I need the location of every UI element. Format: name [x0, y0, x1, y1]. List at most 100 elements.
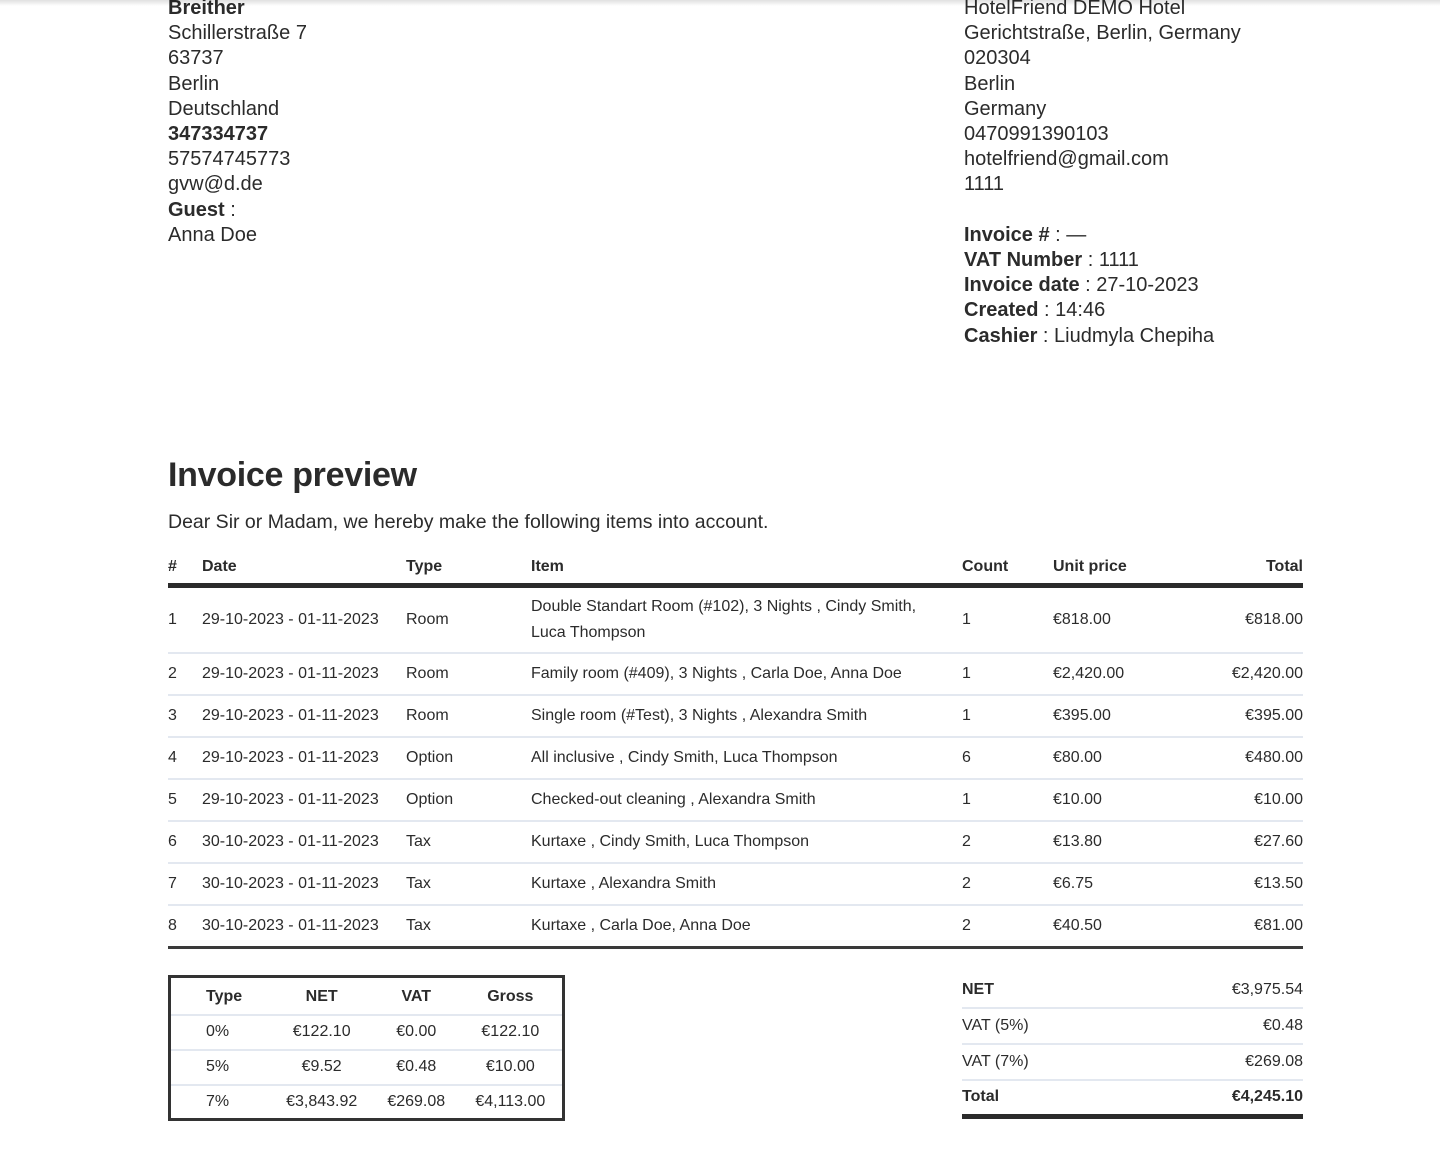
- row-unit-price: €80.00: [1053, 737, 1183, 780]
- page-title: Invoice preview: [168, 456, 417, 494]
- summary-vat5-label: VAT (5%): [962, 1008, 1127, 1045]
- row-num: 2: [168, 653, 202, 696]
- row-type: Room: [406, 653, 531, 696]
- row-total: €480.00: [1183, 737, 1303, 780]
- summary-vat5-row: VAT (5%) €0.48: [962, 1008, 1303, 1045]
- row-type: Room: [406, 585, 531, 654]
- vat-row-type: 5%: [169, 1049, 270, 1086]
- row-item: Kurtaxe , Cindy Smith, Luca Thompson: [531, 821, 962, 864]
- vat-row-type: 7%: [206, 1092, 230, 1110]
- row-item: Single room (#Test), 3 Nights , Alexandr…: [531, 695, 962, 738]
- row-item: All inclusive , Cindy Smith, Luca Thomps…: [531, 737, 962, 780]
- row-item: Checked-out cleaning , Alexandra Smith: [531, 779, 962, 822]
- top-edge-shadow: [0, 0, 1440, 6]
- row-count: 6: [962, 737, 1053, 780]
- hotel-phone: 0470991390103: [964, 123, 1109, 146]
- vat-row-net: €9.52: [269, 1049, 374, 1086]
- summary-net-label: NET: [962, 972, 1127, 1009]
- table-row: 2 29-10-2023 - 01-11-2023 Room Family ro…: [168, 653, 1303, 696]
- customer-country: Deutschland: [168, 97, 280, 120]
- row-num: 3: [168, 695, 202, 738]
- vat-row-gross: €4,113.00: [475, 1092, 546, 1110]
- created-time: Created : 14:46: [964, 298, 1241, 323]
- row-type: Tax: [406, 821, 531, 864]
- cashier-label: Cashier: [964, 324, 1038, 347]
- summary-net-value: €3,975.54: [1126, 972, 1303, 1009]
- row-type: Option: [406, 737, 531, 780]
- row-num: 7: [168, 863, 202, 906]
- row-count: 2: [962, 863, 1053, 906]
- table-row: 6 30-10-2023 - 01-11-2023 Tax Kurtaxe , …: [168, 821, 1303, 864]
- row-count: 1: [962, 695, 1053, 738]
- vat-breakdown-table: Type NET VAT Gross 0% €122.10 €0.00 €122…: [168, 975, 565, 1121]
- row-date: 29-10-2023 - 01-11-2023: [202, 779, 406, 822]
- vat-row-vat: €0.48: [373, 1049, 459, 1086]
- vat-row: 0% €122.10 €0.00 €122.10: [169, 1014, 564, 1051]
- row-unit-price: €2,420.00: [1053, 653, 1183, 696]
- vat-col-vat: VAT: [373, 976, 459, 1016]
- row-total: €10.00: [1183, 779, 1303, 822]
- row-total: €395.00: [1183, 695, 1303, 738]
- row-date: 30-10-2023 - 01-11-2023: [202, 821, 406, 864]
- invoice-date-value: : 27-10-2023: [1079, 274, 1199, 297]
- summary-vat7-label: VAT (7%): [962, 1044, 1127, 1081]
- row-type: Tax: [406, 863, 531, 906]
- row-date: 29-10-2023 - 01-11-2023: [202, 695, 406, 738]
- vat-row-net: €122.10: [269, 1014, 374, 1051]
- row-item: Double Standart Room (#102), 3 Nights , …: [531, 585, 962, 654]
- table-row: 5 29-10-2023 - 01-11-2023 Option Checked…: [168, 779, 1303, 822]
- vat-row-gross: €122.10: [458, 1014, 564, 1051]
- created-value: : 14:46: [1038, 299, 1106, 322]
- row-date: 30-10-2023 - 01-11-2023: [202, 905, 406, 949]
- row-type: Room: [406, 695, 531, 738]
- invoice-number-value: : —: [1049, 223, 1087, 246]
- vat-number-value: : 1111: [1082, 249, 1139, 272]
- row-unit-price: €40.50: [1053, 905, 1183, 949]
- row-date: 29-10-2023 - 01-11-2023: [202, 585, 406, 654]
- customer-city: Berlin: [168, 72, 220, 95]
- row-unit-price: €13.80: [1053, 821, 1183, 864]
- hotel-zip: 020304: [964, 47, 1031, 70]
- vat-row-gross: €10.00: [458, 1049, 564, 1086]
- table-row: 1 29-10-2023 - 01-11-2023 Room Double St…: [168, 585, 1303, 654]
- table-row: 4 29-10-2023 - 01-11-2023 Option All inc…: [168, 737, 1303, 780]
- invoice-number: Invoice # : —: [964, 223, 1241, 248]
- hotel-city: Berlin: [964, 72, 1016, 95]
- vat-col-gross: Gross: [458, 976, 564, 1016]
- row-unit-price: €818.00: [1053, 585, 1183, 654]
- intro-text: Dear Sir or Madam, we hereby make the fo…: [168, 511, 769, 533]
- summary-vat5-value: €0.48: [1126, 1008, 1303, 1045]
- hotel-code: 1111: [964, 173, 1005, 196]
- summary-table: NET €3,975.54 VAT (5%) €0.48 VAT (7%) €2…: [962, 972, 1303, 1119]
- guest-label: Guest: [168, 198, 225, 221]
- row-item: Kurtaxe , Carla Doe, Anna Doe: [531, 905, 962, 949]
- row-total: €27.60: [1183, 821, 1303, 864]
- row-unit-price: €395.00: [1053, 695, 1183, 738]
- row-num: 5: [168, 779, 202, 822]
- vat-header-row: Type NET VAT Gross: [169, 976, 564, 1016]
- row-num: 1: [168, 585, 202, 654]
- col-unit-price: Unit price: [1053, 552, 1183, 588]
- row-date: 30-10-2023 - 01-11-2023: [202, 863, 406, 906]
- customer-street: Schillerstraße 7: [168, 22, 307, 45]
- customer-zip: 63737: [168, 47, 224, 70]
- summary-vat7-value: €269.08: [1126, 1044, 1303, 1081]
- summary-total-row: Total €4,245.10: [962, 1080, 1303, 1119]
- cashier-value: : Liudmyla Chepiha: [1037, 324, 1215, 347]
- row-unit-price: €10.00: [1053, 779, 1183, 822]
- col-type: Type: [406, 552, 531, 588]
- hotel-country: Germany: [964, 97, 1047, 120]
- vat-row-net: €3,843.92: [286, 1092, 358, 1110]
- row-item: Kurtaxe , Alexandra Smith: [531, 863, 962, 906]
- row-num: 6: [168, 821, 202, 864]
- row-total: €2,420.00: [1183, 653, 1303, 696]
- hotel-address-block: HotelFriend DEMO Hotel Gerichtstraße, Be…: [964, 0, 1241, 349]
- invoice-number-label: Invoice #: [964, 223, 1050, 246]
- items-header-row: # Date Type Item Count Unit price Total: [168, 552, 1303, 588]
- guest-separator: :: [224, 198, 236, 221]
- row-count: 1: [962, 585, 1053, 654]
- vat-col-type: Type: [169, 976, 270, 1016]
- summary-vat7-row: VAT (7%) €269.08: [962, 1044, 1303, 1081]
- row-count: 2: [962, 905, 1053, 949]
